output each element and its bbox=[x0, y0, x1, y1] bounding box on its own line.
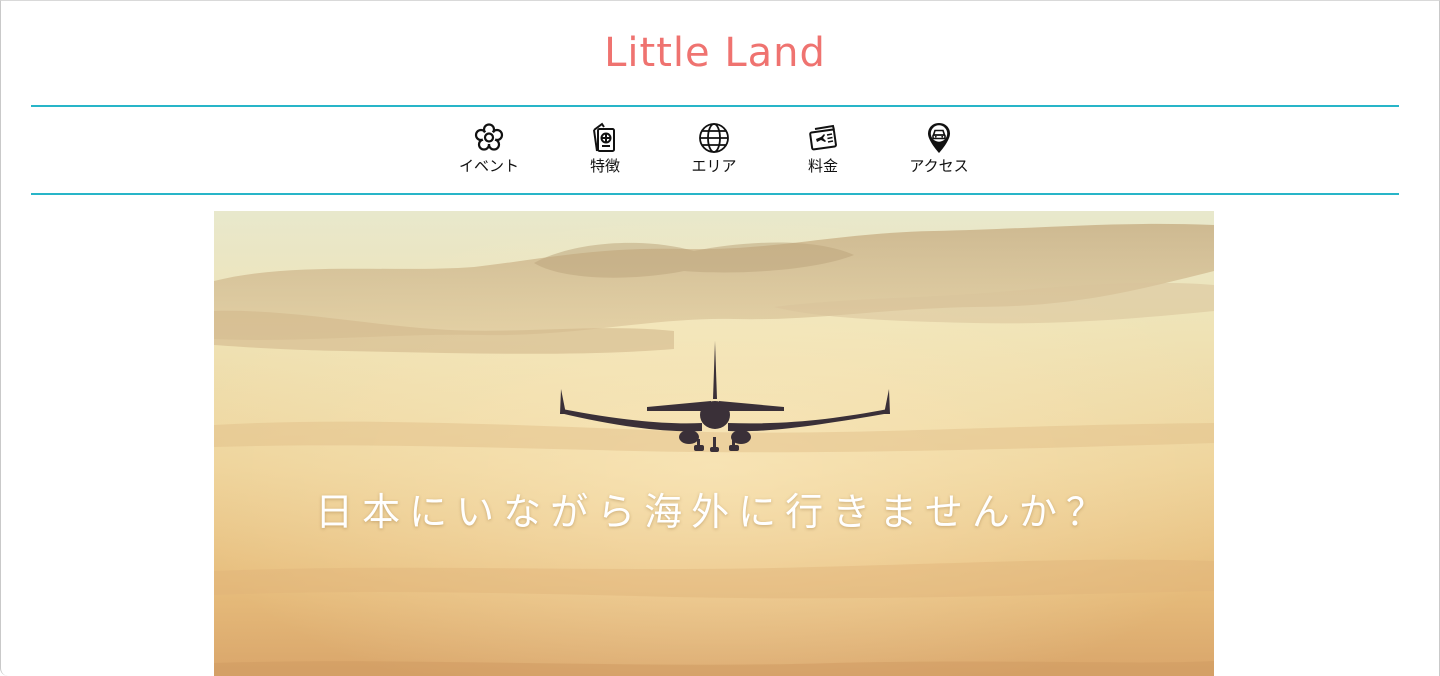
hero-banner: 日本にいながら海外に行きませんか？ bbox=[214, 211, 1214, 676]
nav-label-price: 料金 bbox=[807, 157, 838, 175]
nav-item-features[interactable]: 特徴 bbox=[555, 121, 655, 185]
nav-item-event[interactable]: イベント bbox=[439, 121, 539, 185]
passport-icon bbox=[593, 122, 615, 152]
flower-icon bbox=[474, 123, 504, 151]
nav-item-price[interactable]: 料金 bbox=[773, 121, 873, 185]
hero-caption: 日本にいながら海外に行きませんか？ bbox=[315, 490, 1113, 534]
map-pin-car-icon bbox=[928, 123, 950, 153]
airplane-sunset-photo bbox=[214, 211, 1214, 676]
nav-label-area: エリア bbox=[691, 157, 737, 175]
nav-label-features: 特徴 bbox=[589, 157, 620, 175]
nav-item-access[interactable]: アクセス bbox=[889, 121, 989, 185]
page-frame: Little Land イベント 特徴 エリア 料金 アクセス 日本にいながら海… bbox=[0, 0, 1440, 676]
globe-icon bbox=[699, 123, 729, 153]
nav-label-access: アクセス bbox=[909, 157, 969, 175]
nav-label-event: イベント bbox=[458, 157, 519, 175]
global-nav: イベント 特徴 エリア 料金 アクセス bbox=[31, 105, 1399, 195]
ticket-icon bbox=[809, 124, 837, 151]
nav-item-area[interactable]: エリア bbox=[664, 121, 764, 185]
site-title[interactable]: Little Land bbox=[1, 25, 1429, 81]
